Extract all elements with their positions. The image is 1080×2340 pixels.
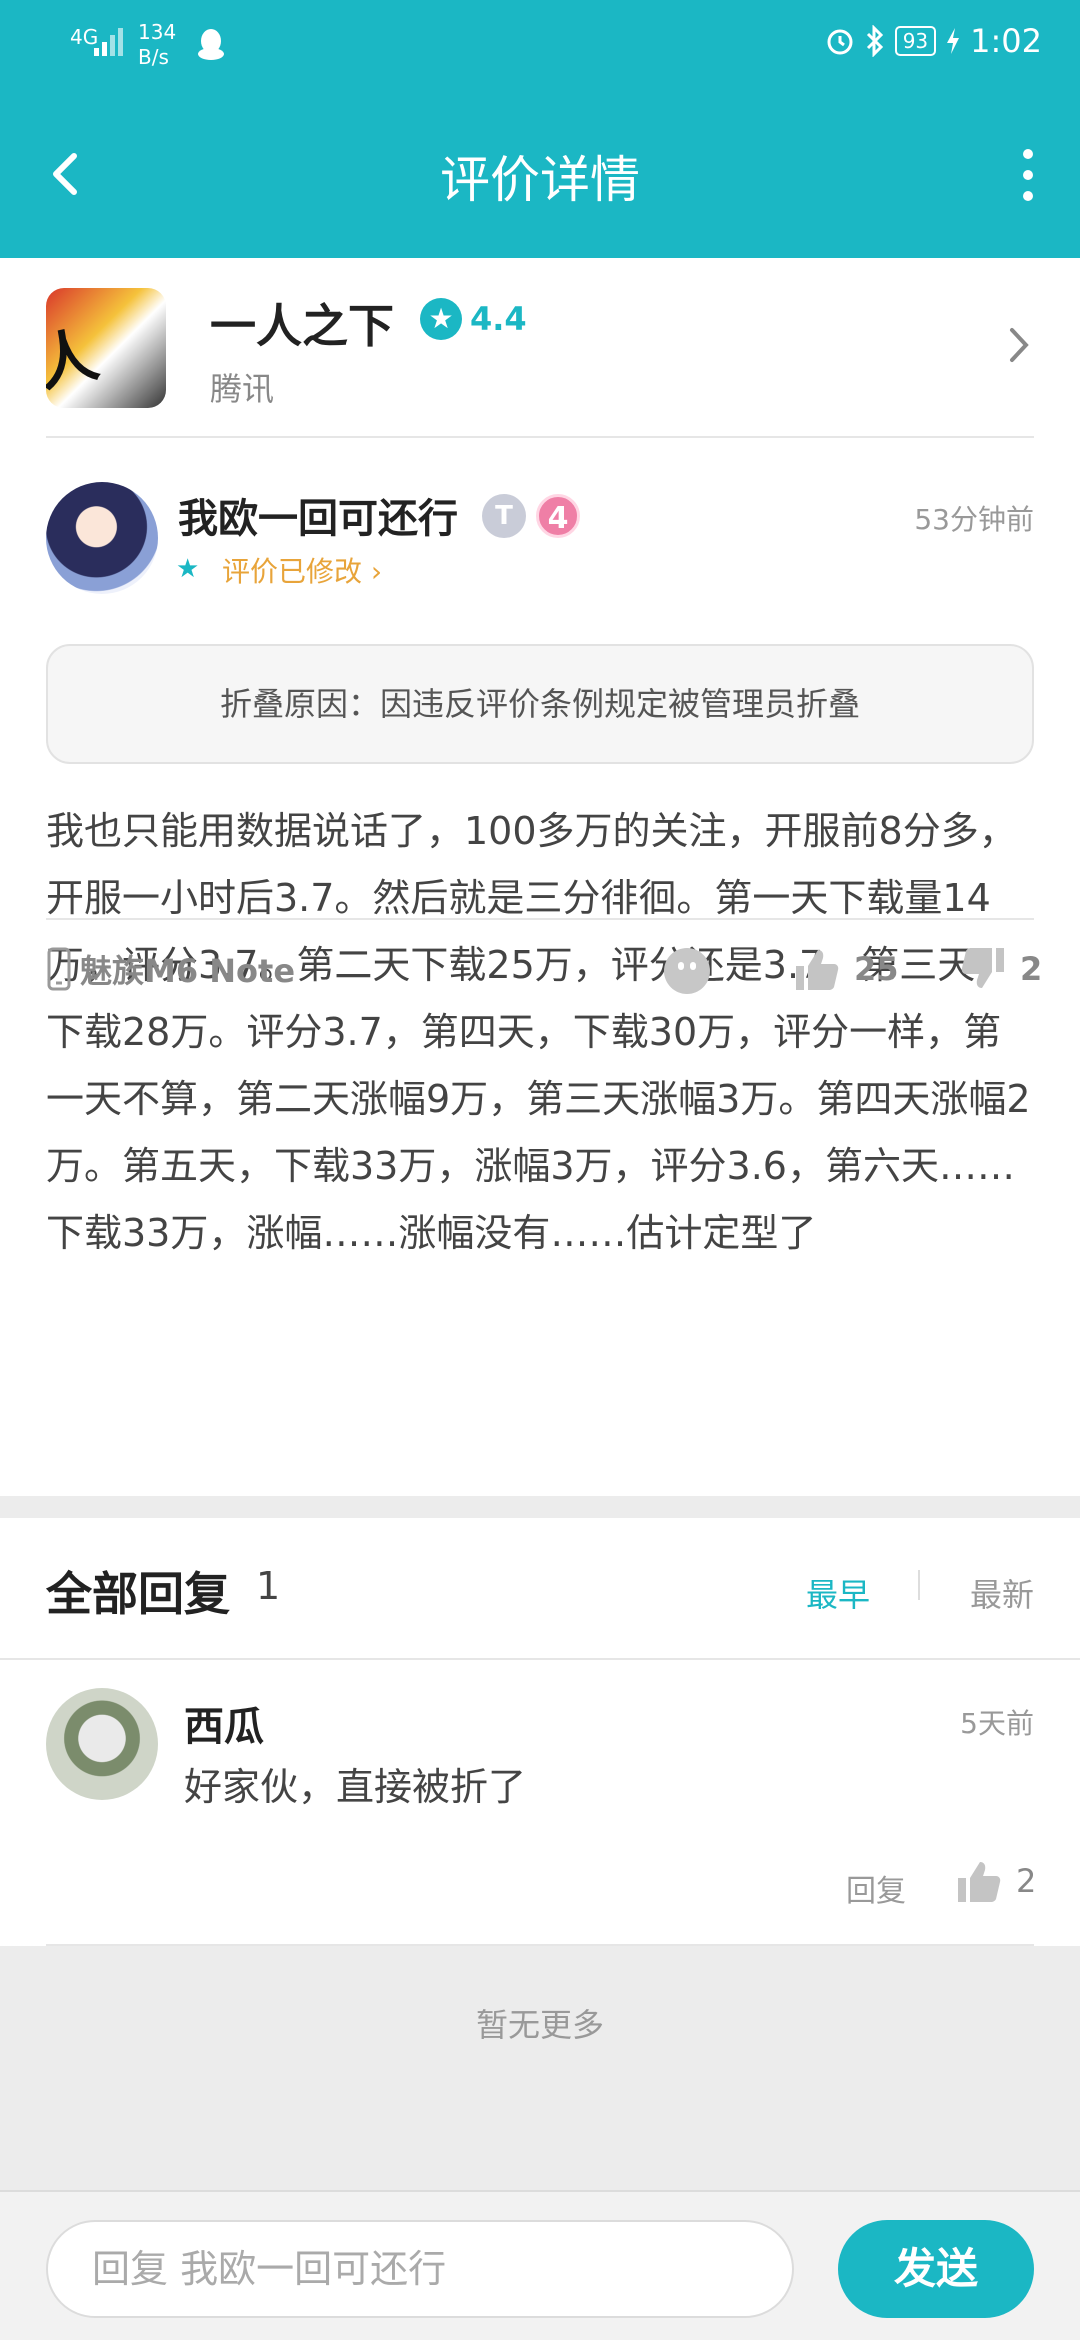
app-publisher: 腾讯: [210, 370, 275, 408]
signal-icon: [94, 28, 123, 56]
device-info: 魅族M6 Note: [46, 946, 295, 992]
app-icon-glyph: 人之下: [46, 319, 122, 408]
replies-title: 全部回复: [46, 1567, 230, 1621]
divider: [46, 1944, 1034, 1946]
dislike-count: 2: [1020, 950, 1043, 988]
alarm-icon: [827, 29, 853, 55]
thumbs-down-icon[interactable]: [960, 946, 1006, 992]
reviewer-name[interactable]: 我欧一回可还行: [178, 486, 458, 544]
app-info-card[interactable]: 人之下 一人之下 ★ 4.4 腾讯: [0, 258, 1080, 438]
avatar[interactable]: [46, 482, 158, 594]
star-icon: ★: [420, 298, 462, 340]
fold-reason-box: 折叠原因：因违反评价条例规定被管理员折叠: [46, 644, 1034, 764]
reply-input[interactable]: 回复 我欧一回可还行: [46, 2220, 794, 2318]
speed-value: 134: [138, 20, 177, 44]
no-more-text: 暂无更多: [475, 2006, 604, 2044]
app-rating: 4.4: [470, 300, 527, 338]
reply-like-count: 2: [1016, 1862, 1037, 1900]
app-icon: 人之下: [46, 288, 166, 408]
page-title: 评价详情: [440, 151, 640, 209]
app-bar: 评价详情: [0, 90, 1080, 258]
review-time: 53分钟前: [914, 503, 1034, 536]
reply-username[interactable]: 西瓜: [184, 1694, 264, 1752]
sort-latest-tab[interactable]: 最新: [970, 1570, 1034, 1616]
review-card: 我欧一回可还行 T 4 53分钟前 ★ 评价已修改 › 折叠原因：因违反评价条例…: [0, 438, 1080, 1496]
chevron-right-icon[interactable]: [1004, 320, 1034, 370]
status-right: 93 1:02: [825, 22, 1042, 60]
sort-divider: [918, 1570, 920, 1600]
replies-count: 1: [256, 1564, 281, 1608]
send-button[interactable]: 发送: [838, 2220, 1034, 2318]
like-count: 25: [854, 950, 899, 988]
star-icon: ★: [176, 554, 200, 584]
status-bar: 4G 134 B/s 93 1:02: [0, 0, 1080, 90]
qq-notification-icon: [198, 29, 224, 60]
emoji-react-icon[interactable]: [664, 948, 710, 994]
charging-icon: [947, 28, 960, 54]
divider: [46, 918, 1034, 920]
network-speed: 134 B/s: [138, 20, 176, 70]
more-options-icon[interactable]: [1016, 140, 1040, 210]
thumbs-up-icon[interactable]: [794, 946, 840, 992]
sort-earliest-tab[interactable]: 最早: [806, 1570, 870, 1616]
review-content: 我也只能用数据说话了，100多万的关注，开服前8分多，开服一小时后3.7。然后就…: [46, 809, 1031, 1255]
avatar[interactable]: [46, 1688, 158, 1800]
thumbs-up-icon[interactable]: [956, 1858, 1002, 1904]
speed-unit: B/s: [138, 45, 169, 69]
reply-text: 好家伙，直接被折了: [184, 1765, 527, 1809]
battery-level: 93: [894, 26, 937, 56]
app-name: 一人之下: [210, 299, 394, 353]
reply-bar: 回复 我欧一回可还行 发送: [0, 2190, 1080, 2340]
device-name: 魅族M6 Note: [80, 952, 296, 990]
phone-icon: [47, 947, 71, 991]
bluetooth-icon: [866, 25, 883, 57]
clock: 1:02: [970, 22, 1042, 60]
replies-section: 全部回复 1 最早 最新 西瓜 5天前 好家伙，直接被折了 回复 2: [0, 1518, 1080, 1946]
user-badge-t: T: [482, 494, 526, 538]
reply-button[interactable]: 回复: [846, 1866, 906, 1910]
reply-time: 5天前: [960, 1707, 1034, 1740]
review-modified-link[interactable]: 评价已修改 ›: [222, 550, 382, 590]
divider: [0, 1658, 1080, 1660]
user-level-badge: 4: [536, 494, 580, 538]
